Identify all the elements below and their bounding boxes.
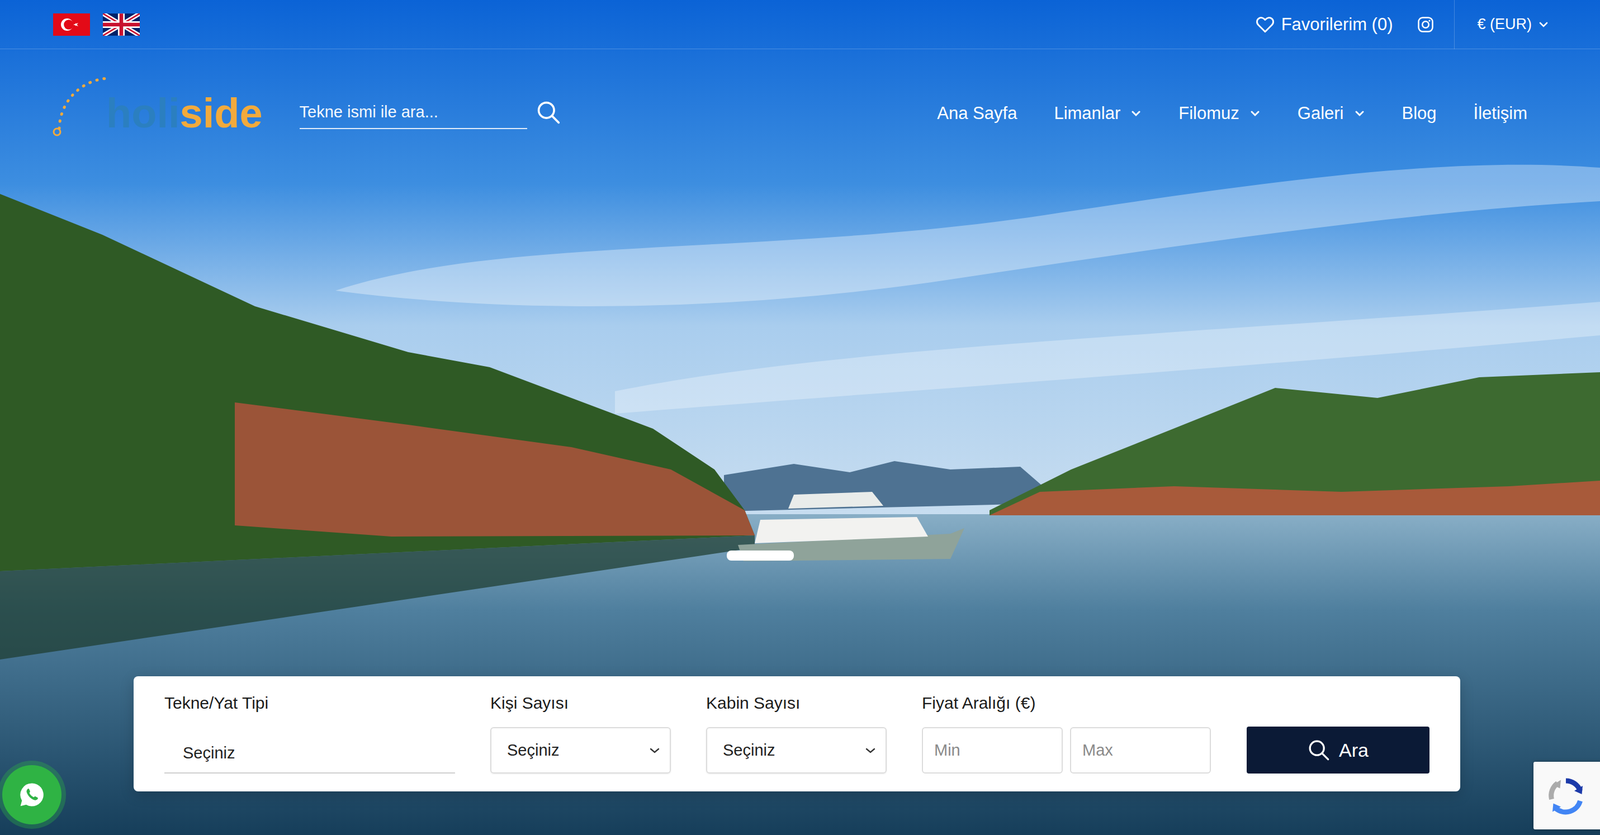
cabin-count-select[interactable]: Seçiniz [706,727,887,774]
favorites-label: Favorilerim (0) [1281,14,1394,35]
chevron-down-icon [1538,21,1549,28]
boat-type-select[interactable]: Seçiniz [164,727,456,774]
boat-search-input[interactable] [299,98,528,130]
whatsapp-icon [17,780,47,810]
navigation-bar: holiside Ana Sayfa Limanlar Filomuz Galeri Bl… [0,49,1600,178]
chevron-down-icon [648,746,661,755]
cabin-count-field: Kabin Sayısı Seçiniz [706,693,887,774]
select-value: Seçiniz [507,741,560,760]
search-button-label: Ara [1338,739,1369,762]
boat-search [299,98,561,130]
recaptcha-badge[interactable] [1533,761,1600,830]
main-menu: Ana Sayfa Limanlar Filomuz Galeri Blog İletiş… [936,103,1528,124]
hero-space [0,177,1600,677]
field-label: Tekne/Yat Tipi [164,693,456,714]
favorites-link[interactable]: Favorilerim (0) [1255,14,1394,35]
field-label: Kabin Sayısı [706,693,887,714]
chevron-down-icon [1130,109,1142,118]
instagram-icon [1417,16,1434,33]
search-button[interactable] [536,100,561,127]
turkish-flag-icon[interactable] [53,13,91,36]
language-flags [53,13,140,36]
menu-item[interactable]: Filomuz [1178,103,1261,124]
topbar-actions: Favorilerim (0) € (EUR) [1255,0,1549,50]
page-content: Favorilerim (0) € (EUR) holiside Ana Sayfa L… [0,0,1600,835]
logo-text-part2: side [180,92,263,135]
search-icon [536,100,561,125]
menu-item-label: Filomuz [1178,103,1240,124]
chevron-down-icon [864,746,877,755]
people-count-field: Kişi Sayısı Seçiniz [490,693,671,774]
select-value: Seçiniz [182,744,236,762]
menu-item-label: Limanlar [1053,103,1121,124]
recaptcha-icon [1545,775,1587,817]
currency-select[interactable]: € (EUR) [1454,0,1549,50]
menu-item[interactable]: Galeri [1297,103,1366,124]
price-range-field: Fiyat Aralığı (€) [921,693,1211,774]
menu-item-label: İletişim [1473,103,1528,124]
field-label: Kişi Sayısı [490,693,671,714]
logo-sun-icon [49,71,117,139]
whatsapp-button[interactable] [2,765,62,825]
search-icon [1307,739,1330,762]
menu-item[interactable]: Blog [1402,103,1437,124]
menu-item-label: Blog [1402,103,1437,124]
heart-icon [1255,15,1275,34]
search-filter-card: Tekne/Yat TipiSeçinizKişi SayısıSeçinizK… [133,676,1461,792]
menu-item-label: Galeri [1297,103,1344,124]
menu-item[interactable]: Ana Sayfa [936,103,1017,124]
logo-text-part1: holi [106,92,181,135]
boat-type-field: Tekne/Yat Tipi Seçiniz [164,693,456,774]
instagram-link[interactable] [1417,16,1434,33]
menu-item[interactable]: Limanlar [1053,103,1142,124]
chevron-down-icon [1354,109,1366,118]
uk-flag-icon[interactable] [102,13,140,36]
menu-item-label: Ana Sayfa [936,103,1017,124]
field-label: Fiyat Aralığı (€) [921,693,1211,714]
currency-label: € (EUR) [1477,15,1532,33]
price-range-inputs [921,727,1211,774]
chevron-down-icon [1249,109,1261,118]
site-logo[interactable]: holiside [49,92,263,135]
top-bar: Favorilerim (0) € (EUR) [0,0,1600,50]
menu-item[interactable]: İletişim [1473,103,1528,124]
select-value: Seçiniz [722,741,776,760]
search-submit-button[interactable]: Ara [1246,726,1430,774]
people-count-select[interactable]: Seçiniz [490,727,671,774]
price-max-input[interactable] [1070,727,1211,774]
price-min-input[interactable] [921,727,1063,774]
